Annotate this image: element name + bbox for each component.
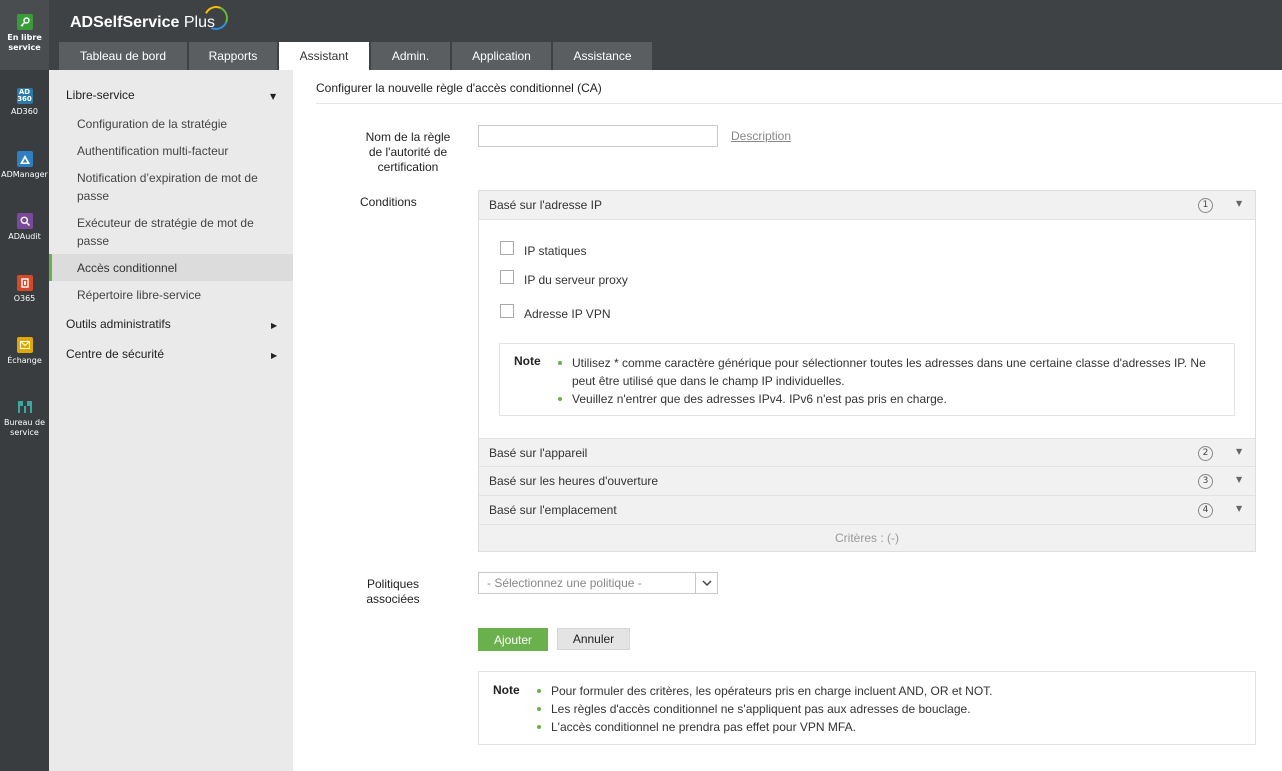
note-title: Note: [493, 683, 520, 697]
rail-item-adaudit[interactable]: ADAudit: [0, 213, 49, 242]
caret-right-icon[interactable]: ▶: [271, 351, 277, 360]
conditions-panel: Basé sur l'adresse IP 1 ▼ IP statiques I…: [478, 190, 1256, 552]
list-item: L'accès conditionnel ne prendra pas effe…: [537, 718, 1237, 736]
criteria-readout: Critères : (-): [479, 525, 1255, 551]
add-button[interactable]: Ajouter: [478, 628, 548, 651]
rail-label: ADAudit: [8, 232, 41, 241]
rail-item-ad360[interactable]: AD 360 AD360: [0, 88, 49, 117]
cancel-button[interactable]: Annuler: [557, 628, 630, 650]
sidebar: Libre-service ▼ Configuration de la stra…: [49, 70, 293, 771]
accordion-business-hours[interactable]: Basé sur les heures d'ouverture 3 ▼: [479, 467, 1255, 496]
rail-label: Échange: [7, 356, 42, 365]
rail-label: Bureau de service: [3, 418, 46, 437]
list-item: Les règles d'accès conditionnel ne s'app…: [537, 700, 1237, 718]
rule-name-input[interactable]: [478, 125, 718, 147]
adaudit-icon: [16, 213, 33, 229]
caret-down-icon[interactable]: ▼: [1236, 504, 1242, 513]
ip-note-list: Utilisez * comme caractère générique pou…: [558, 354, 1218, 408]
accordion-ip[interactable]: Basé sur l'adresse IP 1 ▼: [479, 191, 1255, 220]
chevron-down-icon[interactable]: [695, 573, 717, 593]
key-icon: [16, 14, 33, 30]
policy-select-value: - Sélectionnez une politique -: [487, 576, 642, 590]
accordion-number-badge: 4: [1198, 503, 1213, 518]
list-item: Pour formuler des critères, les opérateu…: [537, 682, 1237, 700]
accordion-label: Basé sur l'adresse IP: [489, 198, 603, 212]
top-header: ADSelfService Plus Tableau de bord Rappo…: [49, 0, 1282, 70]
sidebar-item-policy-config[interactable]: Configuration de la stratégie: [77, 115, 277, 133]
bottom-note-list: Pour formuler des critères, les opérateu…: [537, 682, 1237, 736]
main-tabs: Tableau de bord Rapports Assistant Admin…: [59, 42, 654, 70]
sidebar-group-security-center[interactable]: Centre de sécurité: [66, 347, 164, 361]
caret-right-icon[interactable]: ▶: [271, 321, 277, 330]
accordion-number-badge: 3: [1198, 474, 1213, 489]
sidebar-item-directory[interactable]: Répertoire libre-service: [77, 286, 277, 304]
tab-support[interactable]: Assistance: [553, 42, 652, 70]
policy-select[interactable]: - Sélectionnez une politique -: [478, 572, 718, 594]
accordion-number-badge: 2: [1198, 446, 1213, 461]
product-logo[interactable]: ADSelfService Plus: [70, 14, 215, 32]
sidebar-item-password-enforcer[interactable]: Exécuteur de stratégie de mot de passe: [77, 214, 277, 250]
exchange-icon: [16, 337, 33, 353]
tab-dashboard[interactable]: Tableau de bord: [59, 42, 187, 70]
policies-label: Politiques associées: [366, 577, 420, 606]
accordion-device[interactable]: Basé sur l'appareil 2 ▼: [479, 438, 1255, 467]
description-link[interactable]: Description: [731, 129, 791, 143]
caret-down-icon[interactable]: ▼: [270, 92, 276, 101]
tab-assistant[interactable]: Assistant: [279, 42, 369, 70]
accordion-location[interactable]: Basé sur l'emplacement 4 ▼: [479, 496, 1255, 525]
rail-item-o365[interactable]: O365: [0, 275, 49, 304]
servicedesk-icon: [17, 399, 33, 415]
rail-item-self-service[interactable]: En libre service: [0, 0, 49, 70]
accordion-label: Basé sur l'appareil: [489, 446, 588, 460]
rail-label: ADManager: [1, 170, 48, 179]
app-rail: En libre service AD 360 AD360 ADManager A…: [0, 0, 49, 771]
rail-label: En libre service: [7, 33, 42, 52]
caret-down-icon[interactable]: ▼: [1236, 475, 1242, 484]
admanager-icon: [16, 151, 33, 167]
proxy-ip-label: IP du serveur proxy: [524, 273, 628, 287]
accordion-number-badge: 1: [1198, 198, 1213, 213]
conditions-label: Conditions: [360, 195, 417, 209]
sidebar-item-conditional-access[interactable]: Accès conditionnel: [77, 259, 277, 277]
accordion-label: Basé sur les heures d'ouverture: [489, 474, 659, 488]
divider: [316, 103, 1282, 104]
note-title: Note: [514, 354, 541, 368]
caret-down-icon[interactable]: ▼: [1236, 447, 1242, 456]
ip-note-box: Note Utilisez * comme caractère génériqu…: [499, 343, 1235, 416]
rail-label: AD360: [11, 107, 38, 116]
tab-admin[interactable]: Admin.: [371, 42, 450, 70]
list-item: Utilisez * comme caractère générique pou…: [558, 354, 1218, 390]
static-ip-checkbox[interactable]: [500, 241, 514, 255]
caret-down-icon[interactable]: ▼: [1236, 199, 1242, 208]
tab-application[interactable]: Application: [452, 42, 551, 70]
sidebar-group-admin-tools[interactable]: Outils administratifs: [66, 317, 171, 331]
rule-name-label: Nom de la règle de l'autorité de certifi…: [365, 130, 451, 174]
page-title: Configurer la nouvelle règle d'accès con…: [316, 81, 602, 95]
rail-label: O365: [13, 294, 36, 303]
accordion-label: Basé sur l'emplacement: [489, 503, 617, 517]
tab-reports[interactable]: Rapports: [189, 42, 277, 70]
sidebar-group-self-service[interactable]: Libre-service: [66, 88, 135, 102]
vpn-ip-label: Adresse IP VPN: [524, 307, 611, 321]
sidebar-item-mfa[interactable]: Authentification multi-facteur: [77, 142, 277, 160]
proxy-ip-checkbox[interactable]: [500, 270, 514, 284]
rail-item-servicedesk[interactable]: Bureau de service: [0, 399, 49, 438]
static-ip-label: IP statiques: [524, 244, 587, 258]
main-content: Configurer la nouvelle règle d'accès con…: [293, 70, 1282, 771]
bottom-note-box: Note Pour formuler des critères, les opé…: [478, 671, 1256, 745]
sidebar-item-password-expiry[interactable]: Notification d’expiration de mot de pass…: [77, 169, 277, 205]
vpn-ip-checkbox[interactable]: [500, 304, 514, 318]
rail-item-exchange[interactable]: Échange: [0, 337, 49, 366]
o365-icon: [16, 275, 33, 291]
brand-name: ADSelfService: [70, 14, 180, 31]
ad360-icon: AD 360: [16, 88, 33, 104]
list-item: Veuillez n'entrer que des adresses IPv4.…: [558, 390, 1218, 408]
rail-item-admanager[interactable]: ADManager: [0, 151, 49, 180]
